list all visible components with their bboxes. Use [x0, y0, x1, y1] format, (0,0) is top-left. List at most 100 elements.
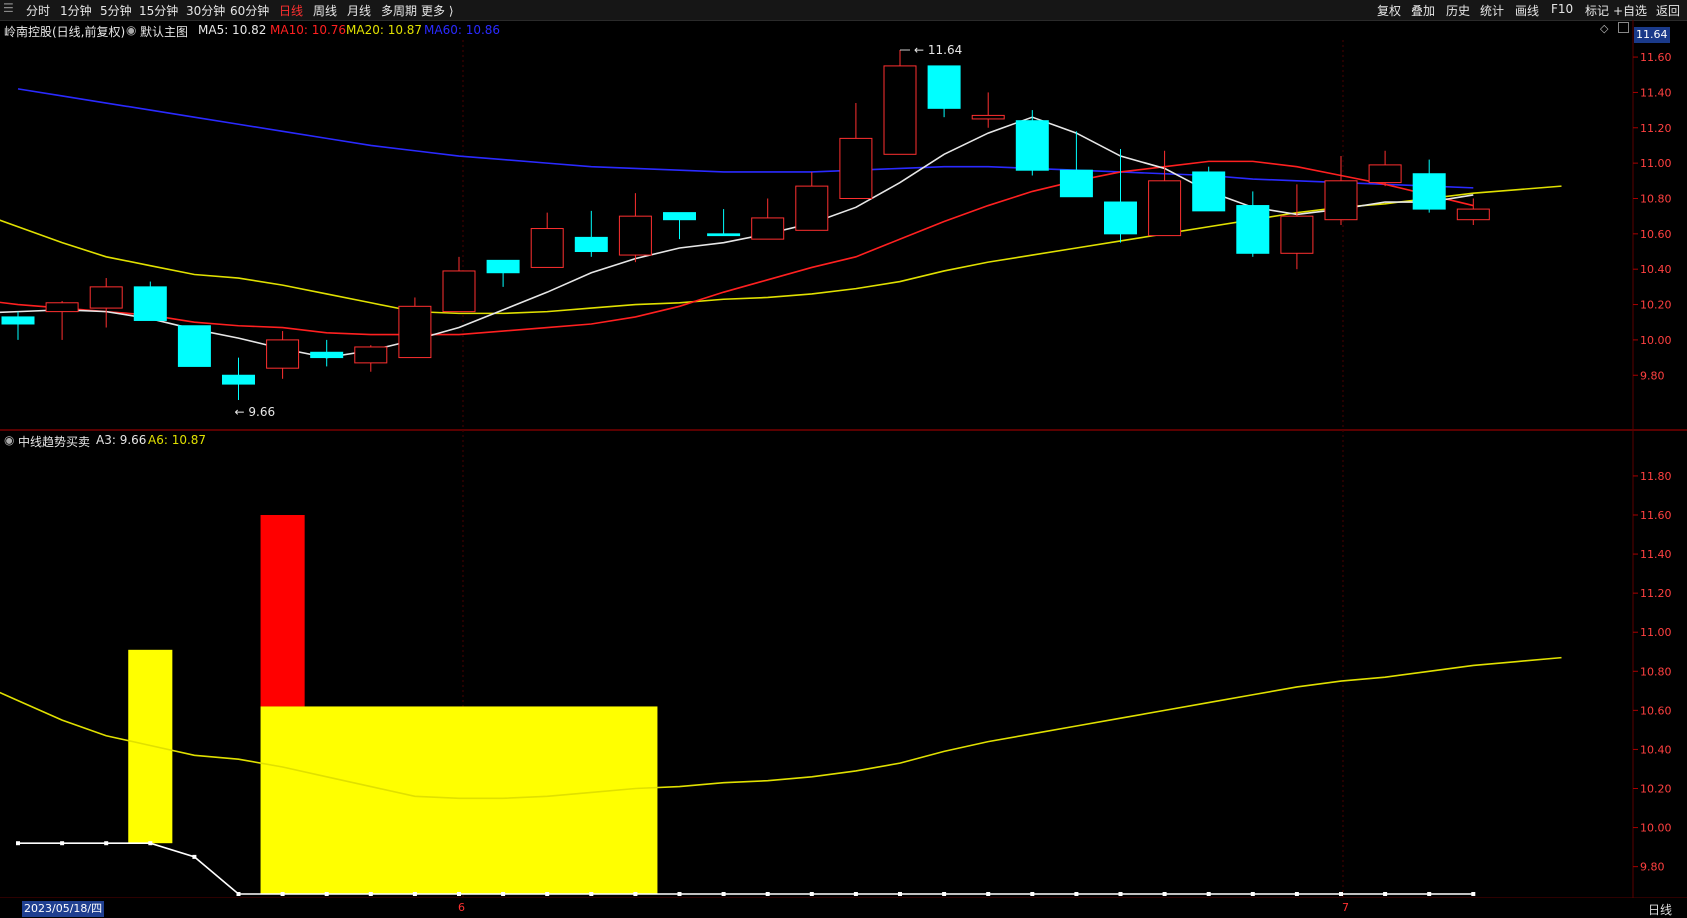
candle-body	[1456, 208, 1490, 221]
sub-y-tick-2: 11.40	[1640, 548, 1672, 561]
candle-body	[707, 233, 741, 237]
main-y-tick-6: 10.40	[1640, 263, 1672, 276]
sub-y-tick-6: 10.60	[1640, 704, 1672, 717]
candle-body	[1, 316, 35, 325]
sub-white-dot	[1074, 892, 1079, 896]
main-y-tick-0: 11.60	[1640, 51, 1672, 64]
candle-body	[1192, 171, 1226, 212]
sub-white-dot	[589, 892, 594, 896]
candle-body	[310, 351, 344, 359]
candle-body	[89, 286, 123, 309]
sub-white-dot	[60, 841, 65, 846]
candle-body	[177, 325, 211, 367]
candle-body	[927, 65, 961, 109]
sub-y-tick-3: 11.20	[1640, 587, 1672, 600]
candle-body	[222, 374, 255, 385]
sub-white-dot	[324, 892, 329, 896]
sub-white-dot	[545, 892, 550, 896]
sub-white-dot	[1118, 892, 1123, 896]
low-marker-label: ← 9.66	[235, 405, 276, 419]
candle-body	[266, 339, 300, 369]
month-mark-6: 6	[458, 901, 465, 914]
sub-white-dot	[721, 892, 726, 896]
candle-body	[1324, 180, 1358, 221]
sub-white-line	[18, 842, 1474, 895]
candle-body	[442, 270, 476, 313]
candle-body	[1412, 173, 1446, 210]
candle-body	[1015, 120, 1049, 171]
sub-white-dot	[192, 854, 197, 859]
sub-y-tick-7: 10.40	[1640, 743, 1672, 756]
chart-canvas: 11.60 11.40 11.20 11.00 10.80 10.60 10.40 10.20…	[0, 20, 1687, 899]
candle-body	[1368, 164, 1402, 184]
candle-body	[1148, 180, 1182, 237]
sub-y-tick-10: 9.80	[1640, 861, 1665, 874]
candle-body	[574, 236, 608, 253]
sub-y-tick-9: 10.00	[1640, 822, 1672, 835]
main-y-tick-9: 9.80	[1640, 369, 1665, 382]
sub-white-dot	[1339, 892, 1343, 896]
sub-white-dot	[853, 892, 858, 896]
sub-white-dot	[1383, 892, 1388, 896]
sub-white-dot	[148, 841, 153, 846]
status-bar: 2023/05/18/四 6 7 日线	[0, 898, 1687, 918]
sub-white-dot	[368, 892, 373, 896]
main-y-tick-3: 11.00	[1640, 157, 1672, 170]
candle-body	[1236, 205, 1270, 254]
main-y-tick-8: 10.00	[1640, 334, 1672, 347]
sub-white-dot	[1471, 892, 1476, 896]
candle-body	[1280, 215, 1314, 254]
candle-body	[663, 212, 696, 221]
candle-body	[1104, 201, 1137, 235]
sub-white-dot	[1427, 892, 1432, 896]
candle-body	[1059, 169, 1093, 198]
indicator-dropdown-icon[interactable]: ◉	[4, 433, 14, 447]
sub-yellow-line	[0, 656, 1562, 800]
main-y-tick-2: 11.20	[1640, 122, 1672, 135]
sub-y-tick-5: 10.80	[1640, 665, 1672, 678]
candle-body	[839, 137, 873, 199]
main-y-tick-7: 10.20	[1640, 299, 1672, 312]
indicator-bar-2	[260, 706, 658, 894]
sub-white-dot	[1030, 892, 1035, 896]
sub-white-dot	[898, 892, 902, 896]
high-marker-label: ← 11.64	[914, 43, 962, 57]
candle-body	[486, 259, 520, 274]
candle-body	[971, 114, 1005, 120]
candle-body	[530, 228, 564, 268]
sub-white-dot	[1162, 892, 1167, 896]
period-indicator: 日线	[1648, 903, 1673, 917]
candle-body	[398, 305, 432, 359]
sub-white-dot	[1294, 892, 1299, 896]
sub-white-dot	[986, 892, 991, 896]
sub-white-dot	[1250, 892, 1255, 896]
sub-white-dot	[765, 892, 770, 896]
main-y-tick-5: 10.60	[1640, 228, 1672, 241]
sub-y-tick-4: 11.00	[1640, 626, 1672, 639]
indicator-bar-0	[128, 649, 173, 844]
sub-y-tick-8: 10.20	[1640, 783, 1672, 796]
sub-white-dot	[16, 841, 20, 846]
candle-body	[795, 185, 829, 231]
candle-body	[133, 286, 167, 321]
sub-white-dot	[236, 892, 241, 896]
sub-white-dot	[412, 892, 417, 896]
a6-label: A6: 10.87	[148, 433, 207, 447]
candle-body	[354, 346, 388, 364]
sub-white-dot	[677, 892, 682, 896]
sub-white-dot	[633, 892, 638, 896]
sub-chart-header: ◉ 中线趋势买卖 A3: 9.66 A6: 10.87	[0, 431, 1630, 449]
indicator-name[interactable]: 中线趋势买卖	[18, 433, 90, 450]
candle-body	[618, 215, 652, 256]
sub-white-dot	[280, 892, 285, 896]
main-y-tick-4: 10.80	[1640, 192, 1672, 205]
sub-white-dot	[501, 892, 506, 896]
sub-white-dot	[1206, 892, 1211, 896]
sub-y-tick-0: 11.80	[1640, 470, 1672, 483]
candle-body	[751, 217, 785, 240]
indicator-bar-1	[260, 515, 305, 707]
sub-white-dot	[942, 892, 947, 896]
sub-white-dot	[809, 892, 814, 896]
sub-white-dot	[104, 841, 109, 846]
candle-body	[45, 302, 79, 313]
